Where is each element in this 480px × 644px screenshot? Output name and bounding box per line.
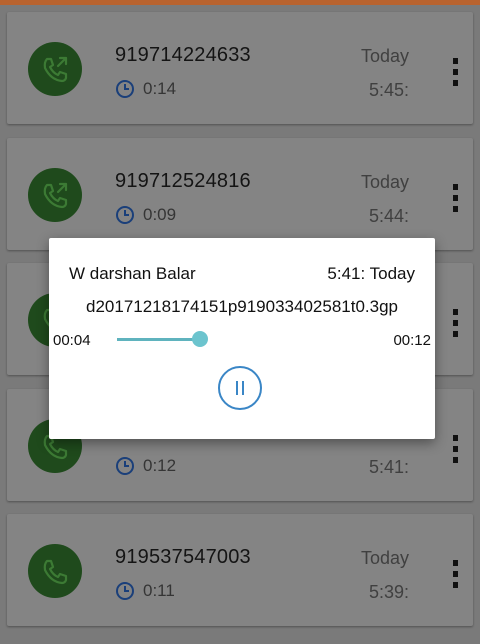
overflow-menu-icon[interactable] [447, 560, 463, 588]
clock-icon [116, 457, 134, 475]
caller-number: 919712524816 [115, 170, 251, 192]
call-time: 5:45: [368, 80, 409, 100]
overflow-menu-icon[interactable] [447, 58, 463, 86]
caller-number: 919537547003 [115, 546, 251, 568]
player-recording-time: 5:41: Today [327, 264, 415, 283]
call-list-item[interactable]: 919714224633 0:14 Today 5:45: [7, 12, 473, 124]
call-duration: 0:14 [115, 78, 176, 100]
player-contact-name: W darshan Balar [69, 264, 196, 283]
call-day: Today [360, 46, 409, 66]
outgoing-call-icon [28, 42, 82, 96]
call-duration: 0:09 [115, 204, 176, 226]
call-time: 5:44: [368, 206, 409, 226]
pause-icon [236, 381, 238, 395]
call-time: 5:39: [368, 582, 409, 602]
caller-number: 919714224633 [115, 44, 251, 66]
pause-button[interactable] [218, 366, 262, 410]
elapsed-time: 00:04 [53, 332, 91, 349]
duration-text: 0:11 [143, 581, 175, 600]
call-list-item[interactable]: 919537547003 0:11 Today 5:39: [7, 514, 473, 626]
call-list-item[interactable]: 919712524816 0:09 Today 5:44: [7, 138, 473, 250]
player-file-name: d20171218174151p919033402581t0.3gp [86, 297, 398, 316]
call-day: Today [360, 172, 409, 192]
clock-icon [116, 80, 134, 98]
duration-text: 0:14 [143, 79, 177, 98]
overflow-menu-icon[interactable] [447, 435, 463, 463]
seek-bar-progress[interactable] [117, 338, 201, 341]
duration-text: 0:09 [143, 205, 177, 224]
call-time: 5:41: [368, 457, 409, 477]
clock-icon [116, 206, 134, 224]
recording-player-dialog: W darshan Balar 5:41: Today d20171218174… [49, 238, 435, 439]
duration-text: 0:12 [143, 456, 177, 475]
clock-icon [116, 582, 134, 600]
phone-icon [28, 544, 82, 598]
seek-bar-thumb[interactable] [192, 331, 208, 347]
total-time: 00:12 [393, 332, 431, 349]
call-duration: 0:11 [115, 580, 175, 602]
overflow-menu-icon[interactable] [447, 309, 463, 337]
call-day: Today [360, 548, 409, 568]
outgoing-call-icon [28, 168, 82, 222]
overflow-menu-icon[interactable] [447, 184, 463, 212]
call-duration: 0:12 [115, 455, 176, 477]
